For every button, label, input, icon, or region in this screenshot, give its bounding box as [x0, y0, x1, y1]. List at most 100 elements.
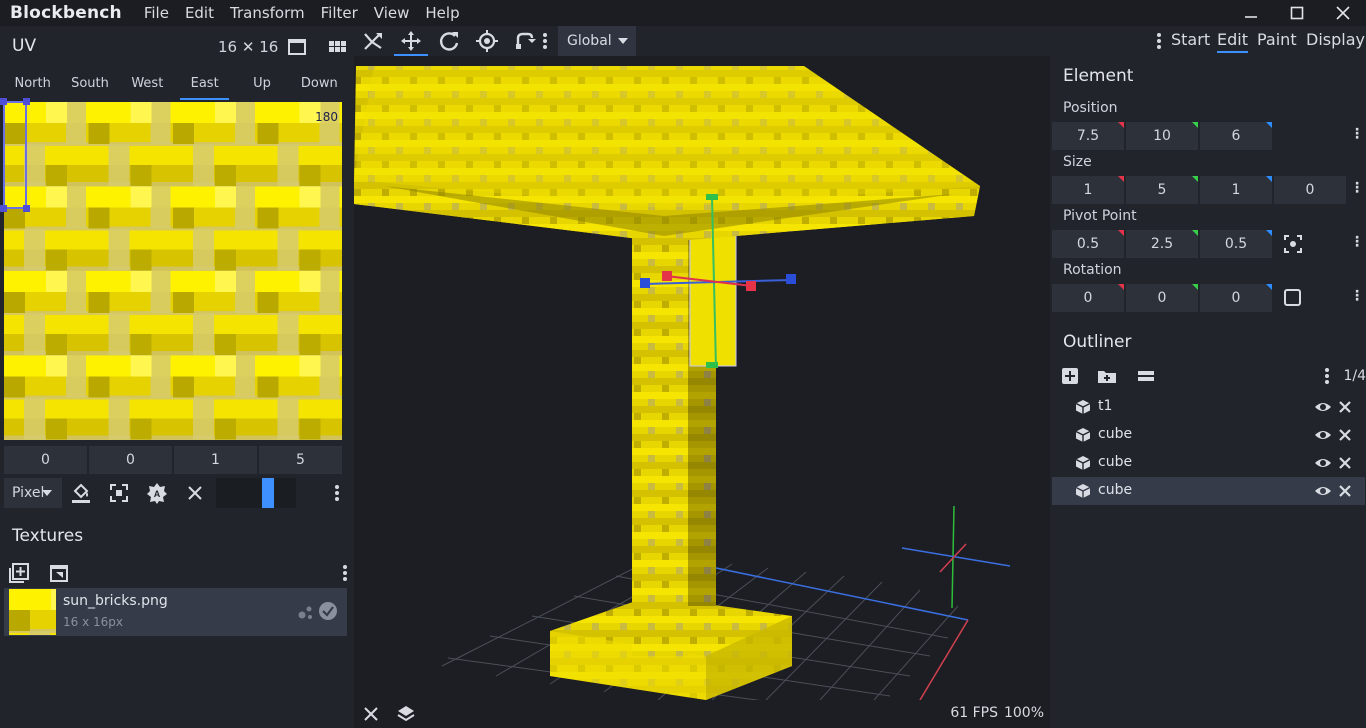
slider-knob[interactable]	[262, 478, 274, 508]
collapse-all-icon[interactable]	[1136, 366, 1156, 390]
mode-paint[interactable]: Paint	[1257, 30, 1297, 49]
modes-more-icon[interactable]	[1154, 30, 1164, 56]
menu-help[interactable]: Help	[417, 0, 467, 26]
more-options-icon[interactable]	[326, 482, 348, 504]
outliner-item[interactable]: cube	[1052, 421, 1365, 449]
tab-south[interactable]: South	[61, 74, 118, 100]
visibility-icon[interactable]	[1314, 399, 1332, 419]
pivot-z-input[interactable]: 0.5	[1200, 230, 1272, 258]
position-x-input[interactable]: 7.5	[1052, 122, 1124, 150]
pivot-menu-icon[interactable]: ⋮	[1350, 234, 1364, 254]
visibility-icon[interactable]	[1314, 427, 1332, 447]
rotation-x-input[interactable]: 0	[1052, 284, 1124, 312]
pivot-x-input[interactable]: 0.5	[1052, 230, 1124, 258]
3d-viewport[interactable]	[354, 56, 1050, 700]
tab-down[interactable]: Down	[291, 74, 348, 100]
delete-icon[interactable]	[1337, 483, 1353, 503]
size-x-input[interactable]: 1	[1052, 176, 1124, 204]
tab-east[interactable]: East	[176, 74, 233, 100]
outliner-count: 1/4	[1343, 368, 1366, 384]
tab-north[interactable]: North	[4, 74, 61, 100]
outliner-item-name: cube	[1098, 482, 1133, 498]
close-window-icon[interactable]	[1320, 0, 1366, 26]
size-y-input[interactable]: 5	[1126, 176, 1198, 204]
vertex-tool-icon[interactable]	[514, 30, 536, 52]
transform-space-select[interactable]: Global	[558, 26, 636, 56]
outliner-menu-icon[interactable]	[1322, 366, 1332, 390]
rescale-checkbox[interactable]	[1282, 287, 1304, 313]
menu-filter[interactable]: Filter	[313, 0, 366, 26]
texture-check-icon[interactable]	[318, 601, 338, 625]
toolbar-more-icon[interactable]	[540, 30, 550, 52]
uv-x-input[interactable]: 0	[4, 446, 87, 474]
uv-opacity-slider[interactable]	[216, 478, 296, 508]
maximize-icon[interactable]	[1274, 0, 1320, 26]
texture-list-item[interactable]: sun_bricks.png 16 x 16px	[4, 588, 347, 636]
delete-icon[interactable]	[1337, 427, 1353, 447]
rotation-menu-icon[interactable]: ⋮	[1350, 288, 1364, 308]
outliner-item-name: cube	[1098, 426, 1133, 442]
outliner-item[interactable]: cube	[1052, 449, 1365, 477]
move-tool-icon[interactable]	[394, 30, 428, 56]
outliner-item-selected[interactable]: cube	[1052, 477, 1365, 505]
import-texture-icon[interactable]	[48, 562, 70, 588]
particle-icon[interactable]	[296, 602, 316, 626]
size-menu-icon[interactable]: ⋮	[1350, 180, 1364, 200]
uv-height-input[interactable]: 5	[259, 446, 342, 474]
outliner-item[interactable]: t1	[1052, 393, 1365, 421]
position-z-input[interactable]: 6	[1200, 122, 1272, 150]
mode-edit[interactable]: Edit	[1217, 30, 1248, 53]
close-view-icon[interactable]	[362, 705, 380, 727]
cube-icon	[1075, 483, 1091, 503]
fullscreen-uv-icon[interactable]	[286, 36, 308, 58]
visibility-icon[interactable]	[1314, 483, 1332, 503]
tab-west[interactable]: West	[119, 74, 176, 100]
menu-view[interactable]: View	[366, 0, 418, 26]
rotation-y-input[interactable]: 0	[1126, 284, 1198, 312]
position-y-input[interactable]: 10	[1126, 122, 1198, 150]
uv-toolbar: Pixel A	[4, 478, 350, 508]
minimize-icon[interactable]	[1228, 0, 1274, 26]
menu-file[interactable]: File	[136, 0, 177, 26]
pivot-y-input[interactable]: 2.5	[1126, 230, 1198, 258]
uv-y-input[interactable]: 0	[89, 446, 172, 474]
fps-counter: 61 FPS	[950, 705, 998, 721]
layers-icon[interactable]	[396, 704, 416, 728]
cube-icon	[1075, 399, 1091, 419]
delete-icon[interactable]	[1337, 399, 1353, 419]
uv-handle-top-left[interactable]	[0, 98, 7, 105]
uv-handle-top-right[interactable]	[23, 98, 30, 105]
position-menu-icon[interactable]: ⋮	[1350, 126, 1364, 146]
menu-edit[interactable]: Edit	[177, 0, 222, 26]
auto-uv-icon[interactable]: A	[146, 482, 168, 504]
textures-title: Textures	[12, 526, 84, 546]
menu-transform[interactable]: Transform	[222, 0, 313, 26]
uv-width-input[interactable]: 1	[174, 446, 257, 474]
grid-icon[interactable]	[326, 36, 348, 58]
vertex-snap-icon[interactable]	[362, 30, 384, 52]
inflate-input[interactable]: 0	[1274, 176, 1346, 204]
uv-handle-bottom-right[interactable]	[23, 205, 30, 212]
maximize-uv-icon[interactable]	[108, 482, 130, 504]
paint-bucket-icon[interactable]	[70, 482, 92, 504]
center-pivot-icon[interactable]	[1282, 233, 1304, 259]
rotate-tool-icon[interactable]	[438, 30, 460, 52]
add-texture-icon[interactable]	[8, 562, 30, 588]
tab-up[interactable]: Up	[233, 74, 290, 100]
uv-texture-canvas[interactable]: 180	[4, 102, 342, 440]
clear-uv-icon[interactable]	[184, 482, 206, 504]
pixel-mode-select[interactable]: Pixel	[4, 478, 62, 508]
add-group-icon[interactable]	[1096, 366, 1118, 390]
uv-handle-bottom-left[interactable]	[0, 205, 7, 212]
mode-start[interactable]: Start	[1171, 30, 1210, 49]
pivot-tool-icon[interactable]	[476, 30, 498, 52]
rotation-z-input[interactable]: 0	[1200, 284, 1272, 312]
delete-icon[interactable]	[1337, 455, 1353, 475]
uv-selection-box[interactable]	[3, 101, 27, 209]
visibility-icon[interactable]	[1314, 455, 1332, 475]
textures-menu-icon[interactable]	[340, 562, 350, 588]
size-label: Size	[1063, 154, 1092, 170]
mode-display[interactable]: Display	[1306, 30, 1365, 49]
add-cube-icon[interactable]	[1060, 366, 1080, 390]
size-z-input[interactable]: 1	[1200, 176, 1272, 204]
